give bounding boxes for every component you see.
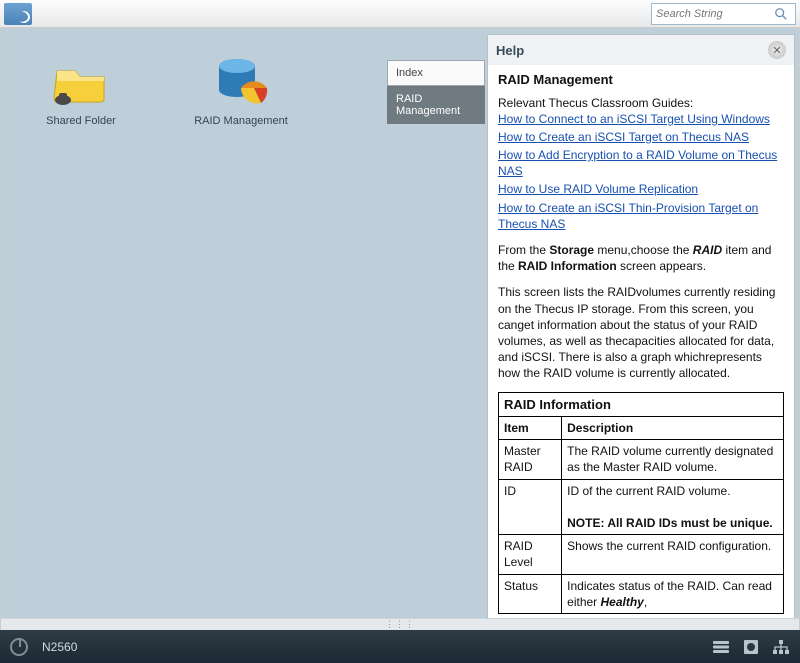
raid-icon: [209, 58, 273, 106]
help-link[interactable]: How to Use RAID Volume Replication: [498, 182, 698, 196]
help-link[interactable]: How to Create an iSCSI Thin-Provision Ta…: [498, 201, 758, 231]
help-header: Help ✕: [488, 35, 794, 65]
table-row: RAID Level Shows the current RAID config…: [499, 535, 784, 574]
help-link[interactable]: How to Add Encryption to a RAID Volume o…: [498, 148, 777, 178]
help-paragraph: This screen lists the RAIDvolumes curren…: [498, 284, 784, 381]
storage-icon[interactable]: [712, 639, 730, 655]
app-logo-icon: [4, 3, 32, 25]
network-icon[interactable]: [772, 639, 790, 655]
help-tabbar: Index RAID Management: [387, 60, 485, 124]
raid-info-table: RAID Information Item Description Master…: [498, 392, 784, 614]
help-heading: RAID Management: [498, 71, 784, 89]
help-paragraph: From the Storage menu,choose the RAID it…: [498, 242, 784, 274]
help-link[interactable]: How to Connect to an iSCSI Target Using …: [498, 112, 770, 126]
table-header: Item: [499, 417, 562, 440]
horizontal-scrollbar[interactable]: ⋮⋮⋮: [1, 618, 799, 630]
footer-bar: N2560: [0, 630, 800, 663]
table-row: Master RAID The RAID volume currently de…: [499, 440, 784, 479]
desktop-icon-label: Shared Folder: [46, 114, 116, 128]
desktop-icon-label: RAID Management: [194, 114, 288, 128]
close-icon[interactable]: ✕: [768, 41, 786, 59]
help-link[interactable]: How to Create an iSCSI Target on Thecus …: [498, 130, 749, 144]
guides-intro: Relevant Thecus Classroom Guides:: [498, 95, 784, 111]
search-input[interactable]: [652, 6, 770, 22]
top-toolbar: [0, 0, 800, 28]
desktop-icon-shared-folder[interactable]: Shared Folder: [31, 58, 131, 128]
help-body[interactable]: RAID Management Relevant Thecus Classroo…: [488, 65, 794, 623]
help-panel: Help ✕ RAID Management Relevant Thecus C…: [487, 34, 795, 624]
help-title: Help: [496, 43, 524, 58]
table-header-row: Item Description: [499, 417, 784, 440]
table-row: ID ID of the current RAID volume.NOTE: A…: [499, 479, 784, 535]
search-box[interactable]: [651, 3, 796, 25]
search-icon[interactable]: [770, 4, 792, 24]
table-caption: RAID Information: [498, 392, 784, 417]
table-row: Status Indicates status of the RAID. Can…: [499, 574, 784, 613]
model-label: N2560: [42, 640, 77, 654]
tab-raid-management[interactable]: RAID Management: [387, 86, 485, 124]
disk-icon[interactable]: [742, 639, 760, 655]
desktop: Shared Folder RAID Management Index RAID…: [0, 28, 800, 630]
folder-shared-icon: [49, 58, 113, 106]
power-icon[interactable]: [10, 638, 28, 656]
tab-index[interactable]: Index: [387, 60, 485, 86]
desktop-icon-raid-management[interactable]: RAID Management: [191, 58, 291, 128]
table-header: Description: [562, 417, 784, 440]
